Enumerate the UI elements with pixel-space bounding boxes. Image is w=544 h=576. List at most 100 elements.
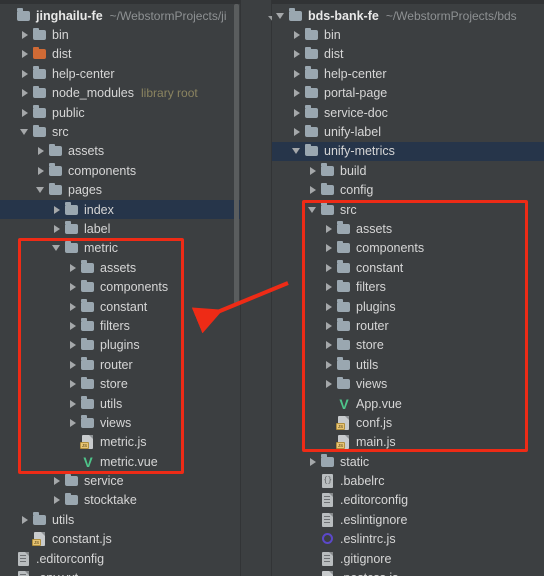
- caret-right-icon[interactable]: [52, 476, 63, 487]
- tree-row[interactable]: index: [0, 199, 240, 220]
- caret-right-icon[interactable]: [68, 282, 79, 293]
- tree-row[interactable]: .env.yxt: [0, 568, 240, 576]
- tree-row[interactable]: utils: [0, 394, 240, 413]
- left-vertical-scrollbar[interactable]: [234, 4, 239, 304]
- tree-row[interactable]: help-center: [272, 64, 544, 83]
- caret-right-icon[interactable]: [308, 165, 319, 176]
- caret-right-icon[interactable]: [20, 68, 31, 79]
- caret-right-icon[interactable]: [324, 379, 335, 390]
- tree-row[interactable]: utils: [0, 510, 240, 529]
- tree-row[interactable]: constant: [272, 258, 544, 277]
- caret-right-icon[interactable]: [324, 320, 335, 331]
- caret-down-icon[interactable]: [292, 146, 303, 157]
- tree-row[interactable]: public: [0, 103, 240, 122]
- tree-row[interactable]: help-center: [0, 64, 240, 83]
- tree-row[interactable]: build: [272, 161, 544, 180]
- tree-row[interactable]: service-doc: [272, 103, 544, 122]
- tree-row[interactable]: bin: [272, 25, 544, 44]
- caret-right-icon[interactable]: [68, 417, 79, 428]
- tree-row[interactable]: metric: [0, 239, 240, 258]
- caret-right-icon[interactable]: [292, 49, 303, 60]
- tree-row[interactable]: service: [0, 471, 240, 490]
- tree-row[interactable]: unify-metrics: [272, 141, 544, 162]
- tree-row[interactable]: jinghailu-fe ~/WebstormProjects/ji: [0, 6, 240, 25]
- tree-row[interactable]: assets: [272, 219, 544, 238]
- tree-row[interactable]: config: [272, 181, 544, 200]
- caret-right-icon[interactable]: [68, 262, 79, 273]
- caret-right-icon[interactable]: [308, 185, 319, 196]
- tree-row[interactable]: src: [272, 200, 544, 219]
- tree-row[interactable]: dist: [272, 45, 544, 64]
- tree-row[interactable]: static: [272, 452, 544, 471]
- caret-right-icon[interactable]: [52, 204, 63, 215]
- tree-row[interactable]: JS constant.js: [0, 530, 240, 549]
- tree-row[interactable]: views: [0, 413, 240, 432]
- caret-down-icon[interactable]: [36, 185, 47, 196]
- caret-right-icon[interactable]: [324, 223, 335, 234]
- tree-row[interactable]: pages: [0, 181, 240, 200]
- caret-right-icon[interactable]: [68, 320, 79, 331]
- caret-down-icon[interactable]: [52, 243, 63, 254]
- caret-right-icon[interactable]: [52, 223, 63, 234]
- tree-row[interactable]: store: [0, 374, 240, 393]
- caret-right-icon[interactable]: [324, 301, 335, 312]
- caret-right-icon[interactable]: [324, 262, 335, 273]
- caret-right-icon[interactable]: [68, 301, 79, 312]
- tree-row[interactable]: dist: [0, 45, 240, 64]
- tree-row[interactable]: portal-page: [272, 84, 544, 103]
- caret-down-icon[interactable]: [308, 204, 319, 215]
- caret-right-icon[interactable]: [36, 146, 47, 157]
- caret-right-icon[interactable]: [292, 127, 303, 138]
- tree-row[interactable]: V App.vue: [272, 394, 544, 413]
- tree-row[interactable]: bds-bank-fe ~/WebstormProjects/bds: [272, 6, 544, 25]
- tree-row[interactable]: bin: [0, 25, 240, 44]
- caret-right-icon[interactable]: [20, 514, 31, 525]
- tree-row[interactable]: Vmetric.vue: [0, 452, 240, 471]
- project-tree-right[interactable]: bds-bank-fe ~/WebstormProjects/bds bin dist…: [272, 0, 544, 576]
- tree-row[interactable]: plugins: [0, 336, 240, 355]
- tree-row[interactable]: filters: [0, 316, 240, 335]
- tree-row[interactable]: .editorconfig: [272, 491, 544, 510]
- tree-row[interactable]: stocktake: [0, 491, 240, 510]
- caret-right-icon[interactable]: [36, 165, 47, 176]
- caret-right-icon[interactable]: [20, 88, 31, 99]
- caret-down-icon[interactable]: [20, 127, 31, 138]
- tree-row[interactable]: JS .postcss.js: [272, 568, 544, 576]
- tree-row[interactable]: components: [0, 277, 240, 296]
- tree-row[interactable]: components: [0, 161, 240, 180]
- tree-row[interactable]: node_modules library root: [0, 84, 240, 103]
- caret-right-icon[interactable]: [324, 340, 335, 351]
- tree-row[interactable]: filters: [272, 277, 544, 296]
- project-tree-left[interactable]: jinghailu-fe ~/WebstormProjects/ji bin dist…: [0, 0, 240, 576]
- caret-right-icon[interactable]: [292, 107, 303, 118]
- caret-right-icon[interactable]: [324, 243, 335, 254]
- tree-row[interactable]: store: [272, 336, 544, 355]
- tree-row[interactable]: .editorconfig: [0, 549, 240, 568]
- caret-right-icon[interactable]: [52, 495, 63, 506]
- tree-row[interactable]: .eslintignore: [272, 510, 544, 529]
- caret-right-icon[interactable]: [292, 68, 303, 79]
- tree-row[interactable]: router: [272, 316, 544, 335]
- tree-row[interactable]: router: [0, 355, 240, 374]
- caret-right-icon[interactable]: [324, 282, 335, 293]
- caret-right-icon[interactable]: [308, 456, 319, 467]
- caret-right-icon[interactable]: [292, 30, 303, 41]
- tree-row[interactable]: .eslintrc.js: [272, 530, 544, 549]
- caret-right-icon[interactable]: [20, 107, 31, 118]
- tree-row[interactable]: JS main.js: [272, 433, 544, 452]
- tree-row[interactable]: .gitignore: [272, 549, 544, 568]
- caret-right-icon[interactable]: [68, 359, 79, 370]
- caret-right-icon[interactable]: [20, 49, 31, 60]
- caret-right-icon[interactable]: [68, 340, 79, 351]
- tree-row[interactable]: utils: [272, 355, 544, 374]
- tree-row[interactable]: unify-label: [272, 122, 544, 141]
- caret-down-icon[interactable]: [276, 10, 287, 21]
- tree-row[interactable]: .babelrc: [272, 471, 544, 490]
- tree-row[interactable]: components: [272, 239, 544, 258]
- caret-right-icon[interactable]: [292, 88, 303, 99]
- caret-right-icon[interactable]: [324, 359, 335, 370]
- tree-row[interactable]: label: [0, 219, 240, 238]
- tree-row[interactable]: JS metric.js: [0, 433, 240, 452]
- tree-row[interactable]: JS conf.js: [272, 413, 544, 432]
- tree-row[interactable]: assets: [0, 258, 240, 277]
